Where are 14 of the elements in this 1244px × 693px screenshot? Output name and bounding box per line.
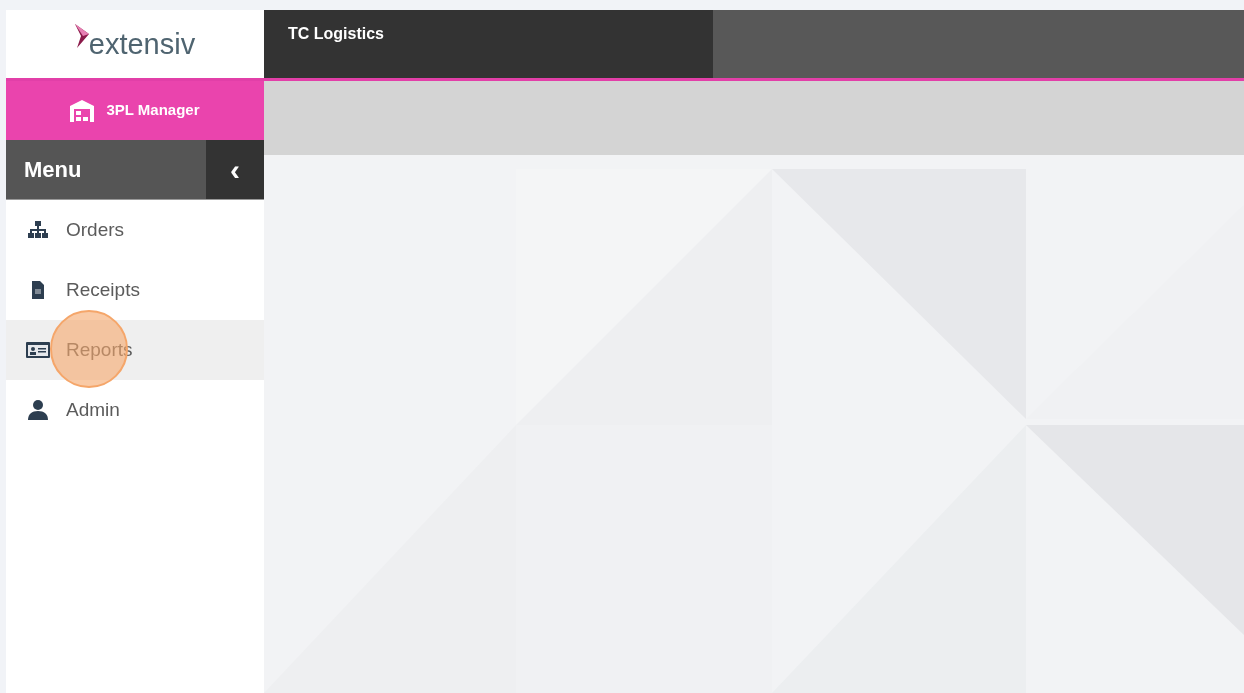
company-name: TC Logistics	[288, 25, 384, 42]
sitemap-icon	[27, 221, 49, 239]
logo-text: extensiv	[88, 29, 196, 59]
warehouse-icon	[70, 99, 95, 122]
user-icon	[28, 400, 48, 420]
document-icon	[31, 281, 45, 299]
id-card-icon	[26, 342, 50, 358]
sidebar-item-label: Admin	[66, 397, 120, 422]
sidebar-item-label: Receipts	[66, 277, 140, 302]
collapse-button[interactable]: ‹	[206, 140, 264, 199]
product-name: 3PL Manager	[106, 100, 200, 121]
logo-mark-icon	[74, 24, 89, 48]
menu-title: Menu	[23, 156, 82, 184]
sidebar-item-label: Orders	[66, 217, 125, 242]
